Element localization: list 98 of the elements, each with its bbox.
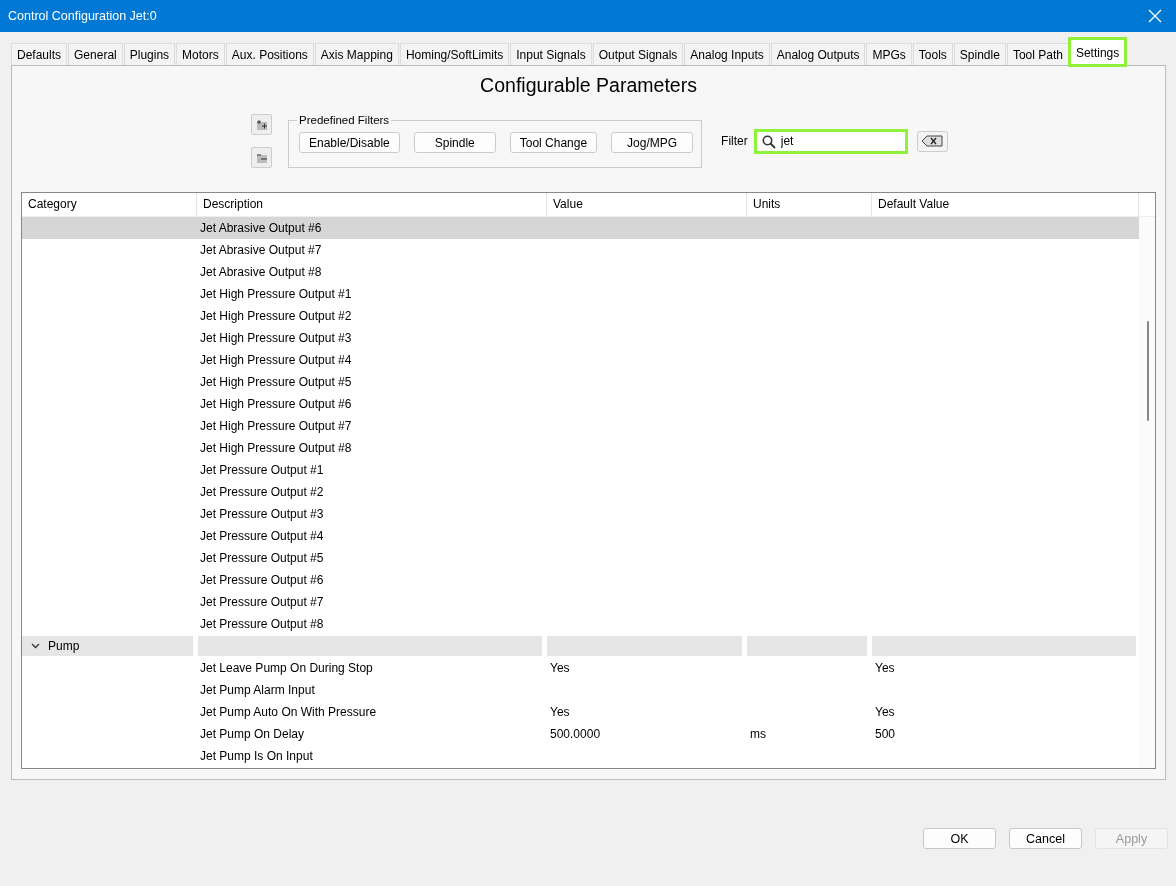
- description-cell: Jet Pump Is On Input: [200, 749, 313, 763]
- tab[interactable]: Settings: [1069, 39, 1126, 65]
- tab[interactable]: Analog Inputs: [684, 43, 770, 65]
- value-cell: Yes: [550, 705, 570, 719]
- table-row[interactable]: Jet Pressure Output #3: [22, 503, 1139, 525]
- table-row[interactable]: Jet High Pressure Output #6: [22, 393, 1139, 415]
- description-cell: Jet High Pressure Output #1: [200, 287, 352, 301]
- column-header[interactable]: Units: [747, 193, 872, 216]
- tab[interactable]: Output Signals: [592, 43, 684, 65]
- expand-all-button[interactable]: [251, 114, 272, 135]
- tab[interactable]: Aux. Positions: [225, 43, 314, 65]
- table-row[interactable]: Jet High Pressure Output #5: [22, 371, 1139, 393]
- dialog-button[interactable]: OK: [923, 828, 996, 849]
- table-row[interactable]: Jet High Pressure Output #3: [22, 327, 1139, 349]
- tab[interactable]: Axis Mapping: [314, 43, 399, 65]
- description-cell: Jet Pressure Output #6: [200, 573, 324, 587]
- tab[interactable]: Tools: [912, 43, 953, 65]
- description-cell: Jet Pump On Delay: [200, 727, 305, 741]
- table-row[interactable]: Jet Abrasive Output #6: [22, 217, 1139, 239]
- collapse-all-icon: [255, 151, 268, 164]
- description-cell: Jet Pressure Output #4: [200, 529, 324, 543]
- column-header[interactable]: Category: [22, 193, 197, 216]
- description-cell: Jet Pressure Output #5: [200, 551, 324, 565]
- table-row[interactable]: Jet Pressure Output #1: [22, 459, 1139, 481]
- tab[interactable]: MPGs: [866, 43, 912, 65]
- tab[interactable]: Tool Path: [1006, 43, 1069, 65]
- tab[interactable]: Homing/SoftLimits: [399, 43, 510, 65]
- description-cell: Jet High Pressure Output #8: [200, 441, 352, 455]
- value-cell: 500.0000: [550, 727, 601, 741]
- dialog-button[interactable]: Cancel: [1009, 828, 1082, 849]
- tab[interactable]: Spindle: [953, 43, 1006, 65]
- default-value-cell: Yes: [875, 661, 895, 675]
- window-title: Control Configuration Jet:0: [8, 9, 157, 23]
- table-row[interactable]: Jet Pump Auto On With Pressure Yes Yes: [22, 701, 1139, 723]
- description-cell: Jet Pressure Output #3: [200, 507, 324, 521]
- scrollbar[interactable]: [1139, 217, 1155, 768]
- default-value-cell: Yes: [875, 705, 895, 719]
- column-header[interactable]: Default Value: [872, 193, 1139, 216]
- description-cell: Jet Pump Auto On With Pressure: [200, 705, 377, 719]
- table-row[interactable]: Jet Pump On Delay 500.0000 ms 500: [22, 723, 1139, 745]
- description-cell: Jet Leave Pump On During Stop: [200, 661, 373, 675]
- tab[interactable]: Plugins: [123, 43, 176, 65]
- search-icon: [761, 134, 776, 149]
- description-cell: Jet Abrasive Output #6: [200, 221, 322, 235]
- filter-button[interactable]: Spindle: [413, 132, 496, 153]
- collapse-all-button[interactable]: [251, 147, 272, 168]
- table-row[interactable]: Jet High Pressure Output #2: [22, 305, 1139, 327]
- tab[interactable]: Defaults: [11, 43, 68, 65]
- table-row[interactable]: Jet High Pressure Output #1: [22, 283, 1139, 305]
- filter-button[interactable]: Enable/Disable: [299, 132, 400, 153]
- description-cell: Jet High Pressure Output #6: [200, 397, 352, 411]
- panel-heading: Configurable Parameters: [479, 74, 698, 97]
- filter-button[interactable]: Tool Change: [509, 132, 598, 153]
- category-name[interactable]: Pump: [48, 636, 80, 656]
- description-cell: Jet High Pressure Output #4: [200, 353, 352, 367]
- description-cell: Jet High Pressure Output #3: [200, 331, 352, 345]
- column-header[interactable]: Value: [547, 193, 747, 216]
- close-icon[interactable]: [1148, 9, 1162, 23]
- description-cell: Jet High Pressure Output #2: [200, 309, 352, 323]
- column-header[interactable]: Description: [197, 193, 547, 216]
- table-row[interactable]: Jet Pressure Output #8: [22, 613, 1139, 635]
- filter-label: Filter: [721, 134, 748, 148]
- description-cell: Jet Abrasive Output #8: [200, 265, 322, 279]
- value-cell: Yes: [550, 661, 570, 675]
- expand-all-icon: [255, 118, 268, 131]
- tab[interactable]: Analog Outputs: [770, 43, 866, 65]
- backspace-icon: [921, 135, 944, 147]
- units-cell: ms: [750, 727, 766, 741]
- tab[interactable]: Input Signals: [510, 43, 592, 65]
- table-row[interactable]: Jet Pressure Output #7: [22, 591, 1139, 613]
- table-row[interactable]: Jet High Pressure Output #8: [22, 437, 1139, 459]
- table-row[interactable]: Jet High Pressure Output #4: [22, 349, 1139, 371]
- description-cell: Jet High Pressure Output #7: [200, 419, 352, 433]
- table-row[interactable]: Jet Abrasive Output #7: [22, 239, 1139, 261]
- description-cell: Jet Pump Alarm Input: [200, 683, 315, 697]
- table-row[interactable]: Jet Pressure Output #6: [22, 569, 1139, 591]
- caret-icon[interactable]: [31, 643, 40, 649]
- filter-field[interactable]: jet: [755, 130, 906, 152]
- table-row[interactable]: Jet Pressure Output #5: [22, 547, 1139, 569]
- group-title: Predefined Filters: [298, 114, 391, 126]
- description-cell: Jet Abrasive Output #7: [200, 243, 322, 257]
- table-row[interactable]: Jet Abrasive Output #8: [22, 261, 1139, 283]
- default-value-cell: 500: [875, 727, 896, 741]
- table-row[interactable]: Jet Pressure Output #4: [22, 525, 1139, 547]
- table-row[interactable]: Jet Pressure Output #2: [22, 481, 1139, 503]
- description-cell: Jet High Pressure Output #5: [200, 375, 352, 389]
- table-row[interactable]: Jet Leave Pump On During Stop Yes Yes: [22, 657, 1139, 679]
- description-cell: Jet Pressure Output #7: [200, 595, 324, 609]
- clear-filter-button[interactable]: [916, 130, 948, 152]
- tab[interactable]: Motors: [176, 43, 225, 65]
- filter-button[interactable]: Jog/MPG: [611, 132, 694, 153]
- description-cell: Jet Pressure Output #8: [200, 617, 324, 631]
- description-cell: Jet Pressure Output #2: [200, 485, 324, 499]
- tab[interactable]: General: [68, 43, 123, 65]
- description-cell: Jet Pressure Output #1: [200, 463, 324, 477]
- table-row[interactable]: Jet Pump Is On Input: [22, 745, 1139, 767]
- table-row[interactable]: Jet Pump Alarm Input: [22, 679, 1139, 701]
- table-row[interactable]: Jet High Pressure Output #7: [22, 415, 1139, 437]
